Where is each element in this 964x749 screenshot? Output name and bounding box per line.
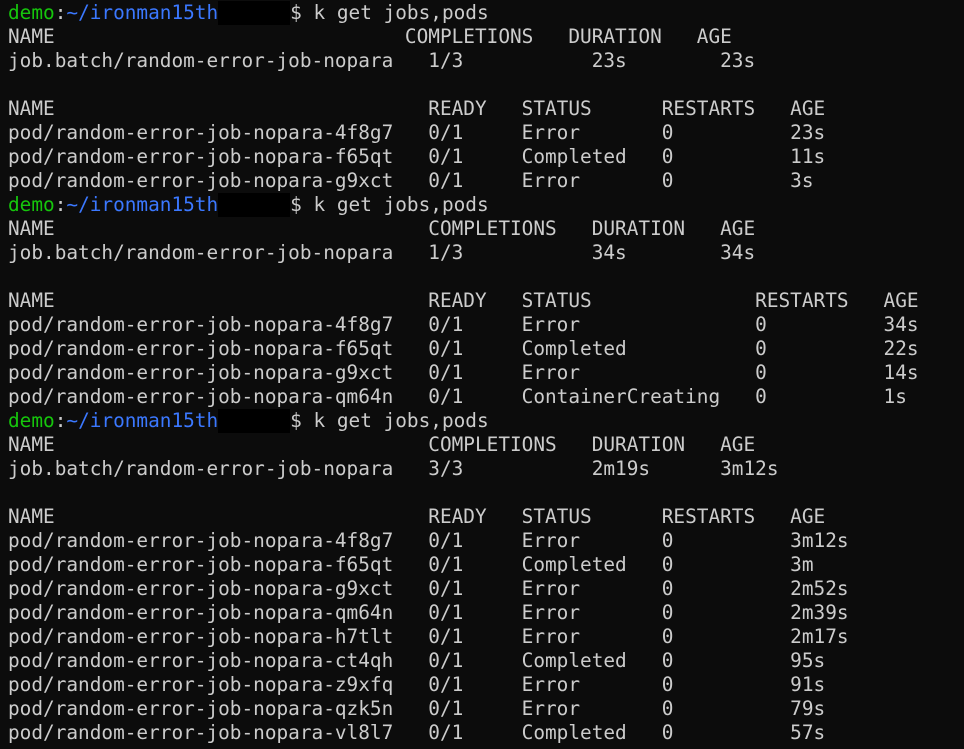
pod-row: pod/random-error-job-nopara-qm64n 0/1 Co… [8, 385, 907, 408]
prompt-user: demo [8, 409, 55, 432]
prompt-line: demo:~/ironman15th $ k get jobs,pods [8, 409, 489, 433]
pod-row: pod/random-error-job-nopara-f65qt 0/1 Co… [8, 553, 814, 576]
prompt-line: demo:~/ironman15th $ k get jobs,pods [8, 193, 489, 217]
pod-row: pod/random-error-job-nopara-qzk5n 0/1 Er… [8, 697, 826, 720]
prompt-path: ~/ironman15th [66, 193, 219, 216]
pod-row: pod/random-error-job-nopara-qm64n 0/1 Er… [8, 601, 849, 624]
prompt-symbol: $ [290, 193, 302, 216]
redacted-hostname [218, 193, 291, 217]
prompt-user: demo [8, 1, 55, 24]
table-header: NAME COMPLETIONS DURATION AGE [8, 217, 756, 240]
table-header: NAME READY STATUS RESTARTS AGE [8, 289, 919, 312]
pod-row: pod/random-error-job-nopara-ct4qh 0/1 Co… [8, 649, 826, 672]
pod-row: pod/random-error-job-nopara-g9xct 0/1 Er… [8, 361, 919, 384]
prompt-path: ~/ironman15th [66, 409, 219, 432]
prompt-separator: : [54, 409, 67, 432]
job-row: job.batch/random-error-job-nopara 3/3 2m… [8, 457, 779, 480]
redacted-hostname [218, 1, 291, 25]
pod-row: pod/random-error-job-nopara-z9xfq 0/1 Er… [8, 673, 826, 696]
job-row: job.batch/random-error-job-nopara 1/3 23… [8, 49, 756, 72]
job-row: job.batch/random-error-job-nopara 1/3 34… [8, 241, 756, 264]
pod-row: pod/random-error-job-nopara-f65qt 0/1 Co… [8, 337, 919, 360]
prompt-user: demo [8, 193, 55, 216]
table-header: NAME COMPLETIONS DURATION AGE [8, 25, 732, 48]
table-header: NAME COMPLETIONS DURATION AGE [8, 433, 756, 456]
pod-row: pod/random-error-job-nopara-g9xct 0/1 Er… [8, 169, 814, 192]
table-header: NAME READY STATUS RESTARTS AGE [8, 97, 826, 120]
pod-row: pod/random-error-job-nopara-h7tlt 0/1 Er… [8, 625, 849, 648]
command-text: k get jobs,pods [313, 409, 489, 432]
pod-row: pod/random-error-job-nopara-f65qt 0/1 Co… [8, 145, 826, 168]
pod-row: pod/random-error-job-nopara-vl8l7 0/1 Co… [8, 721, 826, 744]
prompt-separator: : [54, 193, 67, 216]
pod-row: pod/random-error-job-nopara-4f8g7 0/1 Er… [8, 529, 849, 552]
pod-row: pod/random-error-job-nopara-4f8g7 0/1 Er… [8, 121, 826, 144]
redacted-hostname [218, 409, 291, 433]
terminal-window[interactable]: demo:~/ironman15th $ k get jobs,pods NAME … [0, 0, 964, 749]
prompt-path: ~/ironman15th [66, 1, 219, 24]
command-text: k get jobs,pods [313, 1, 489, 24]
prompt-symbol: $ [290, 1, 302, 24]
prompt-separator: : [54, 1, 67, 24]
prompt-symbol: $ [290, 409, 302, 432]
prompt-line: demo:~/ironman15th $ k get jobs,pods [8, 1, 489, 25]
pod-row: pod/random-error-job-nopara-4f8g7 0/1 Er… [8, 313, 919, 336]
command-text: k get jobs,pods [313, 193, 489, 216]
pod-row: pod/random-error-job-nopara-g9xct 0/1 Er… [8, 577, 849, 600]
table-header: NAME READY STATUS RESTARTS AGE [8, 505, 826, 528]
